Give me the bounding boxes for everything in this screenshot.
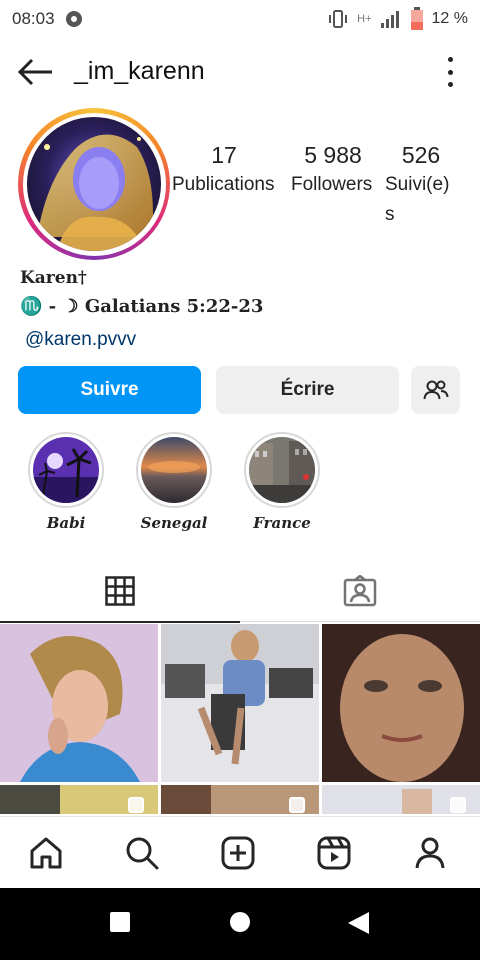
system-navigation-bar — [0, 888, 480, 960]
options-button[interactable] — [446, 57, 454, 87]
highlight-france[interactable]: France — [242, 432, 322, 532]
signal-icon — [380, 11, 399, 28]
follow-button[interactable]: Suivre — [18, 366, 201, 414]
profile-icon — [415, 837, 445, 869]
home-system-button[interactable] — [229, 911, 251, 938]
profile-avatar-story-ring[interactable] — [18, 108, 170, 260]
nav-reels[interactable] — [314, 833, 354, 873]
multi-post-icon — [289, 797, 305, 813]
posts-grid — [0, 624, 480, 814]
profile-actions: Suivre Écrire — [18, 366, 460, 414]
highlight-cover — [33, 437, 99, 503]
suggested-accounts-button[interactable] — [411, 366, 460, 414]
nav-profile[interactable] — [410, 833, 450, 873]
tab-posts-grid[interactable] — [0, 560, 240, 623]
highlight-label: France — [253, 514, 311, 532]
highlight-senegal[interactable]: Senegal — [134, 432, 214, 532]
back-button[interactable] — [16, 56, 56, 88]
highlight-cover — [141, 437, 207, 503]
profile-bio: Karen† ♏ - ☽ Galatians 5:22-23 @karen.pv… — [20, 268, 460, 357]
bottom-navigation — [0, 816, 480, 888]
bio-mention-link[interactable]: @karen.pvvv — [25, 329, 460, 357]
back-system-button[interactable] — [347, 911, 369, 940]
post-thumbnail[interactable] — [161, 624, 319, 782]
highlight-cover — [249, 437, 315, 503]
nav-create[interactable] — [218, 833, 258, 873]
story-highlights: Babi Senegal France — [0, 432, 480, 542]
triangle-back-icon — [348, 912, 369, 934]
create-icon — [221, 836, 255, 870]
notification-icon — [65, 11, 82, 27]
bio-text: ♏ - ☽ Galatians 5:22-23 — [20, 296, 264, 317]
kebab-menu-icon — [447, 57, 453, 87]
profile-name: Karen† — [20, 268, 87, 288]
circle-icon — [230, 912, 250, 932]
stat-posts-label: Publications — [172, 174, 275, 195]
profile-stats: 17 Publications 5 988 Followers 526 Suiv… — [172, 140, 472, 230]
profile-username: _im_karenn — [74, 57, 205, 85]
highlight-label: Babi — [46, 514, 86, 532]
nav-home[interactable] — [26, 833, 66, 873]
profile-tabs — [0, 560, 480, 623]
grid-icon — [105, 576, 135, 606]
highlight-label: Senegal — [140, 514, 208, 532]
tab-tagged[interactable] — [240, 560, 480, 622]
search-icon — [126, 837, 159, 870]
stat-followers[interactable]: 5 988 Followers — [291, 140, 375, 200]
recents-button[interactable] — [109, 911, 131, 938]
post-thumbnail[interactable] — [161, 785, 319, 814]
battery-percent: 12 % — [431, 10, 468, 27]
highlight-babi[interactable]: Babi — [26, 432, 106, 532]
stat-posts-count: 17 — [211, 142, 237, 168]
nav-search[interactable] — [122, 833, 162, 873]
vibrate-icon — [329, 10, 348, 28]
stat-following-label: Suivi(e)s — [385, 174, 450, 225]
battery-icon — [410, 7, 423, 30]
post-thumbnail[interactable] — [322, 624, 480, 782]
home-icon — [30, 837, 62, 869]
stat-followers-count: 5 988 — [304, 142, 362, 168]
status-bar: 08:03 H+ 12 % — [0, 0, 480, 38]
reels-icon — [317, 836, 351, 870]
message-button[interactable]: Écrire — [216, 366, 399, 414]
tagged-icon — [343, 575, 377, 607]
stat-followers-label: Followers — [291, 174, 373, 195]
network-type: H+ — [357, 13, 372, 25]
multi-post-icon — [450, 797, 466, 813]
square-icon — [110, 912, 130, 932]
status-time: 08:03 — [12, 9, 55, 28]
add-person-icon — [423, 380, 448, 400]
post-thumbnail[interactable] — [0, 785, 158, 814]
stat-following-count: 526 — [401, 142, 441, 168]
post-thumbnail[interactable] — [0, 624, 158, 782]
stat-posts[interactable]: 17 Publications — [172, 140, 276, 200]
arrow-left-icon — [17, 58, 52, 86]
post-thumbnail[interactable] — [322, 785, 480, 814]
avatar — [27, 117, 161, 251]
stat-following[interactable]: 526 Suivi(e)s — [385, 140, 457, 230]
multi-post-icon — [128, 797, 144, 813]
profile-header: _im_karenn — [0, 48, 480, 96]
